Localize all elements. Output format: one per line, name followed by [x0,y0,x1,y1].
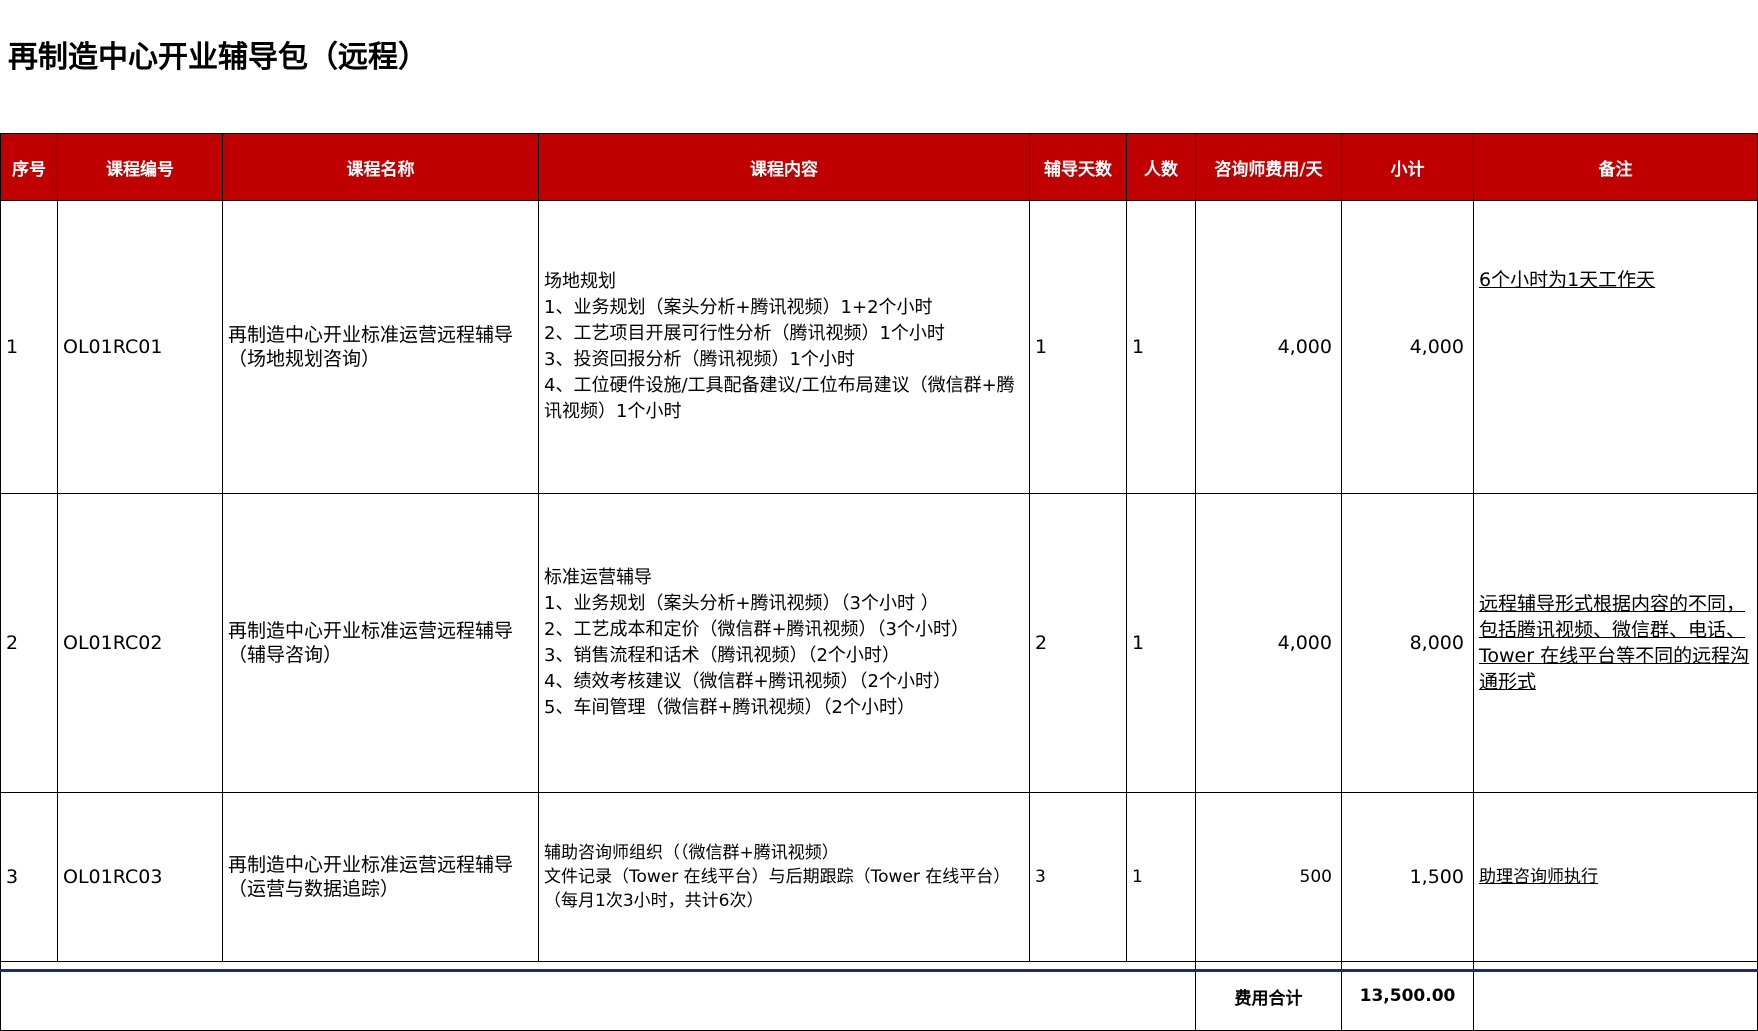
cell-subtotal[interactable]: 1,500 [1341,792,1474,962]
content-line: 1、业务规划（案头分析+腾讯视频）（3个小时 ） [544,593,939,614]
spreadsheet: 再制造中心开业辅导包（远程） 序号 课程编号 课程名称 课程内容 辅导天数 人数… [0,0,1758,1031]
content-line: 5、车间管理（微信群+腾讯视频）（2个小时） [544,697,915,718]
content-line: 3、销售流程和话术（腾讯视频）（2个小时） [544,645,900,666]
cell-no[interactable]: 2 [0,493,58,793]
cell-name[interactable]: 再制造中心开业标准运营远程辅导（场地规划咨询） [222,200,539,494]
cell-code[interactable]: OL01RC03 [57,792,223,962]
header-content: 课程内容 [538,133,1030,201]
header-subtotal: 小计 [1341,133,1474,201]
content-line: 2、工艺成本和定价（微信群+腾讯视频）（3个小时） [544,619,969,640]
header-name: 课程名称 [222,133,539,201]
content-line: 标准运营辅导 [544,567,652,588]
cell-code[interactable]: OL01RC02 [57,493,223,793]
cell-days[interactable]: 3 [1029,792,1127,962]
note-link[interactable]: 6个小时为1天工作天 [1479,269,1655,291]
cell-no[interactable]: 1 [0,200,58,494]
note-link[interactable]: 助理咨询师执行 [1479,867,1598,887]
cell-subtotal[interactable]: 8,000 [1341,493,1474,793]
cell-subtotal[interactable]: 4,000 [1341,200,1474,494]
content-line: 1、业务规划（案头分析+腾讯视频）1+2个小时 [544,297,933,318]
header-days: 辅导天数 [1029,133,1127,201]
cell-fee[interactable]: 4,000 [1195,200,1342,494]
content-line: 文件记录（Tower 在线平台）与后期跟踪（Tower 在线平台）（每月1次3小… [544,867,1011,911]
cell-people[interactable]: 1 [1126,200,1196,494]
table-row: 1 OL01RC01 再制造中心开业标准运营远程辅导（场地规划咨询） 场地规划 … [0,200,1758,494]
content-line: 场地规划 [544,271,616,292]
cell-fee[interactable]: 4,000 [1195,493,1342,793]
cell-days[interactable]: 1 [1029,200,1127,494]
table-row: 2 OL01RC02 再制造中心开业标准运营远程辅导（辅导咨询） 标准运营辅导 … [0,493,1758,793]
content-line: 2、工艺项目开展可行性分析（腾讯视频）1个小时 [544,323,945,344]
cell-note[interactable]: 助理咨询师执行 [1473,792,1758,962]
header-note: 备注 [1473,133,1758,201]
cell-name[interactable]: 再制造中心开业标准运营远程辅导（辅导咨询） [222,493,539,793]
content-line: 4、绩效考核建议（微信群+腾讯视频）（2个小时） [544,671,951,692]
cell-content[interactable]: 辅助咨询师组织（（微信群+腾讯视频） 文件记录（Tower 在线平台）与后期跟踪… [538,792,1030,962]
note-link[interactable]: 远程辅导形式根据内容的不同，包括腾讯视频、微信群、电话、Tower 在线平台等不… [1479,593,1749,693]
table-row: 3 OL01RC03 再制造中心开业标准运营远程辅导（运营与数据追踪） 辅助咨询… [0,792,1758,962]
cell-content[interactable]: 场地规划 1、业务规划（案头分析+腾讯视频）1+2个小时 2、工艺项目开展可行性… [538,200,1030,494]
cell-no[interactable]: 3 [0,792,58,962]
cell-days[interactable]: 2 [1029,493,1127,793]
content-line: 3、投资回报分析（腾讯视频）1个小时 [544,349,855,370]
cell-people[interactable]: 1 [1126,493,1196,793]
course-table: 序号 课程编号 课程名称 课程内容 辅导天数 人数 咨询师费用/天 小计 备注 … [0,133,1758,1031]
cell-note[interactable]: 远程辅导形式根据内容的不同，包括腾讯视频、微信群、电话、Tower 在线平台等不… [1473,493,1758,793]
header-no: 序号 [0,133,58,201]
cell-people[interactable]: 1 [1126,792,1196,962]
sheet-title: 再制造中心开业辅导包（远程） [8,40,428,75]
header-row: 序号 课程编号 课程名称 课程内容 辅导天数 人数 咨询师费用/天 小计 备注 [0,133,1758,201]
cell-fee[interactable]: 500 [1195,792,1342,962]
cell-content[interactable]: 标准运营辅导 1、业务规划（案头分析+腾讯视频）（3个小时 ） 2、工艺成本和定… [538,493,1030,793]
header-code: 课程编号 [57,133,223,201]
header-fee: 咨询师费用/天 [1195,133,1342,201]
cell-name[interactable]: 再制造中心开业标准运营远程辅导（运营与数据追踪） [222,792,539,962]
cell-note[interactable]: 6个小时为1天工作天 [1473,200,1758,494]
cell-code[interactable]: OL01RC01 [57,200,223,494]
content-line: 4、工位硬件设施/工具配备建议/工位布局建议（微信群+腾讯视频）1个小时 [544,375,1015,422]
header-people: 人数 [1126,133,1196,201]
content-line: 辅助咨询师组织（（微信群+腾讯视频） [544,843,839,863]
